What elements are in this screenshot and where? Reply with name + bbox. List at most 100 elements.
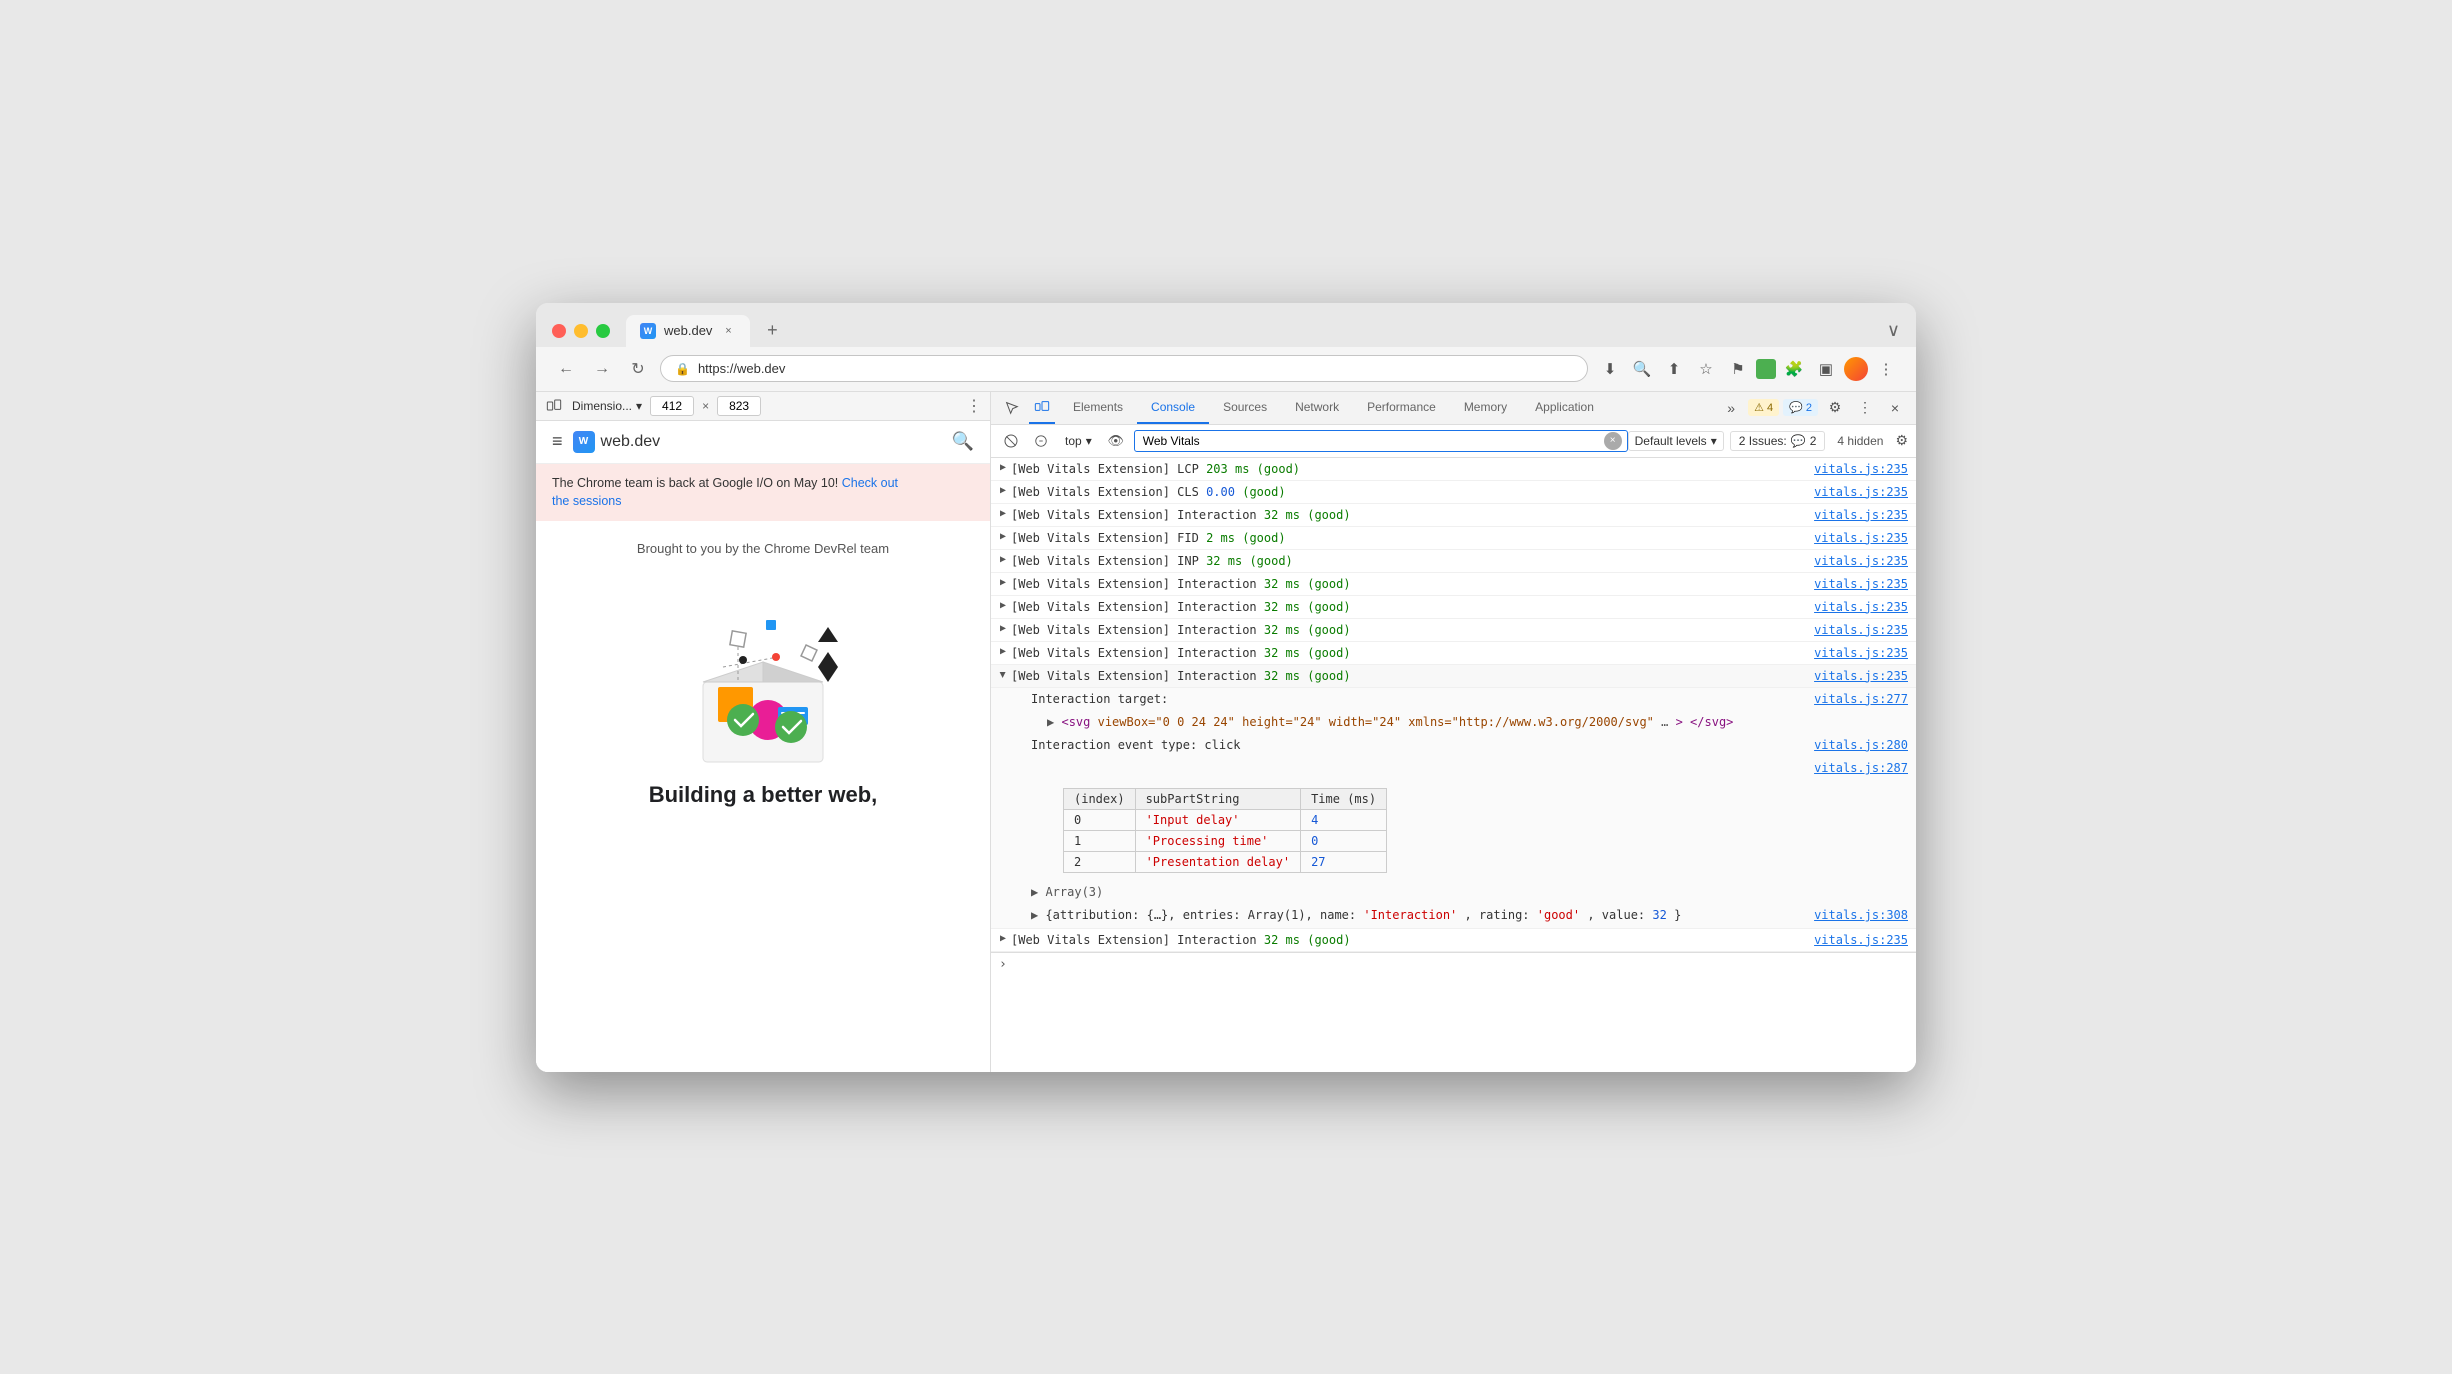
device-selector[interactable]: Dimensio... ▾ — [572, 399, 642, 413]
browser-tab[interactable]: W web.dev × — [626, 315, 750, 347]
console-source-link[interactable]: vitals.js:235 — [1814, 598, 1908, 616]
console-source-link[interactable]: vitals.js:235 — [1814, 552, 1908, 570]
table-row: 2 'Presentation delay' 27 — [1064, 852, 1387, 873]
pause-on-exceptions-button[interactable] — [1029, 429, 1053, 453]
toggle-device-button[interactable] — [544, 396, 564, 416]
svg-ellipsis: … — [1661, 715, 1668, 729]
announcement-banner: The Chrome team is back at Google I/O on… — [536, 464, 990, 522]
flag-button[interactable]: ⚑ — [1724, 355, 1752, 383]
table-cell-time: 27 — [1301, 852, 1387, 873]
table-header-subpart: subPartString — [1135, 789, 1301, 810]
close-button[interactable] — [552, 324, 566, 338]
sidebar-button[interactable]: ▣ — [1812, 355, 1840, 383]
expand-arrow[interactable]: ▶ — [997, 508, 1009, 520]
console-filter-input[interactable] — [1134, 430, 1628, 452]
console-input-row: › — [991, 952, 1916, 976]
console-message: [Web Vitals Extension] Interaction 32 ms… — [1011, 575, 1798, 593]
device-toolbar-button[interactable] — [1029, 392, 1055, 424]
svg-expand-arrow[interactable]: ▶ — [1047, 715, 1054, 729]
expand-arrow[interactable]: ▶ — [997, 485, 1009, 497]
dimension-separator: × — [702, 399, 709, 413]
expand-arrow[interactable]: ▶ — [997, 554, 1009, 566]
green-extension-icon[interactable] — [1756, 359, 1776, 379]
svg-attrs: viewBox="0 0 24 24" height="24" width="2… — [1098, 715, 1654, 729]
interaction-target-source[interactable]: vitals.js:277 — [1814, 690, 1908, 709]
context-arrow: ▾ — [1086, 434, 1092, 448]
tab-sources[interactable]: Sources — [1209, 392, 1281, 424]
issues-tab-badge[interactable]: 💬 2 — [1783, 399, 1818, 416]
array-expand[interactable]: ▶ Array(3) — [1031, 885, 1103, 899]
expand-arrow[interactable]: ▶ — [997, 531, 1009, 543]
device-arrow: ▾ — [636, 399, 642, 413]
warnings-badge[interactable]: ⚠ 4 — [1748, 399, 1779, 416]
console-source-link[interactable]: vitals.js:235 — [1814, 931, 1908, 949]
new-tab-button[interactable]: + — [758, 317, 786, 345]
tab-close-button[interactable]: × — [720, 323, 736, 339]
devtools-settings-button[interactable]: ⚙ — [1822, 395, 1848, 421]
refresh-button[interactable]: ↻ — [624, 355, 652, 383]
console-message: [Web Vitals Extension] Interaction 32 ms… — [1011, 621, 1798, 639]
share-button[interactable]: ⬆ — [1660, 355, 1688, 383]
maximize-button[interactable] — [596, 324, 610, 338]
extensions-button[interactable]: 🧩 — [1780, 355, 1808, 383]
eye-button[interactable]: 👁 — [1104, 429, 1128, 453]
more-tabs-button[interactable]: » — [1718, 395, 1744, 421]
tab-elements[interactable]: Elements — [1059, 392, 1137, 424]
issues-count-badge[interactable]: 2 Issues: 💬 2 — [1730, 431, 1826, 451]
table-cell-time: 4 — [1301, 810, 1387, 831]
tab-network[interactable]: Network — [1281, 392, 1353, 424]
console-source-link[interactable]: vitals.js:235 — [1814, 667, 1908, 685]
minimize-button[interactable] — [574, 324, 588, 338]
extra-source[interactable]: vitals.js:287 — [1814, 759, 1908, 778]
bookmark-button[interactable]: ☆ — [1692, 355, 1720, 383]
back-button[interactable]: ← — [552, 355, 580, 383]
context-selector[interactable]: top ▾ — [1059, 432, 1098, 450]
clear-filter-button[interactable]: × — [1604, 432, 1622, 450]
console-input[interactable] — [1013, 957, 1908, 971]
window-menu-button[interactable]: ∨ — [1887, 320, 1900, 341]
console-settings-button[interactable]: ⚙ — [1895, 432, 1908, 449]
event-type-source[interactable]: vitals.js:280 — [1814, 736, 1908, 755]
inspect-element-button[interactable] — [999, 392, 1025, 424]
expand-arrow[interactable]: ▶ — [997, 933, 1009, 945]
announcement-text: The Chrome team is back at Google I/O on… — [552, 476, 842, 490]
expand-arrow[interactable]: ▶ — [997, 600, 1009, 612]
width-input[interactable] — [650, 396, 694, 416]
devtools-panel: Elements Console Sources Network Perform… — [991, 392, 1916, 1072]
attribution-expand[interactable]: ▶ — [1031, 908, 1045, 922]
dimension-kebab-menu[interactable]: ⋮ — [966, 396, 982, 416]
console-source-link[interactable]: vitals.js:235 — [1814, 483, 1908, 501]
tab-memory[interactable]: Memory — [1450, 392, 1521, 424]
console-source-link[interactable]: vitals.js:235 — [1814, 644, 1908, 662]
issues-text: 2 Issues: — [1739, 434, 1787, 448]
download-button[interactable]: ⬇ — [1596, 355, 1624, 383]
expand-arrow-open[interactable]: ▶ — [997, 669, 1009, 681]
hamburger-menu[interactable]: ≡ — [552, 431, 563, 452]
attribution-source[interactable]: vitals.js:308 — [1814, 906, 1908, 925]
console-source-link[interactable]: vitals.js:235 — [1814, 529, 1908, 547]
tab-performance[interactable]: Performance — [1353, 392, 1450, 424]
tab-console[interactable]: Console — [1137, 392, 1209, 424]
site-logo[interactable]: W web.dev — [573, 431, 952, 453]
clear-console-button[interactable] — [999, 429, 1023, 453]
devtools-close-button[interactable]: × — [1882, 395, 1908, 421]
devtools-more-button[interactable]: ⋮ — [1852, 395, 1878, 421]
chrome-menu-button[interactable]: ⋮ — [1872, 355, 1900, 383]
zoom-button[interactable]: 🔍 — [1628, 355, 1656, 383]
expand-arrow[interactable]: ▶ — [997, 623, 1009, 635]
profile-avatar[interactable] — [1844, 357, 1868, 381]
tab-application[interactable]: Application — [1521, 392, 1608, 424]
hero-section: Brought to you by the Chrome DevRel team — [536, 521, 990, 838]
console-source-link[interactable]: vitals.js:235 — [1814, 506, 1908, 524]
expand-arrow[interactable]: ▶ — [997, 577, 1009, 589]
site-search-button[interactable]: 🔍 — [952, 431, 974, 452]
console-source-link[interactable]: vitals.js:235 — [1814, 460, 1908, 478]
expand-arrow[interactable]: ▶ — [997, 462, 1009, 474]
forward-button[interactable]: → — [588, 355, 616, 383]
console-source-link[interactable]: vitals.js:235 — [1814, 575, 1908, 593]
expand-arrow[interactable]: ▶ — [997, 646, 1009, 658]
address-bar[interactable]: 🔒 https://web.dev — [660, 355, 1588, 382]
log-levels-selector[interactable]: Default levels ▾ — [1628, 431, 1724, 451]
console-source-link[interactable]: vitals.js:235 — [1814, 621, 1908, 639]
height-input[interactable] — [717, 396, 761, 416]
